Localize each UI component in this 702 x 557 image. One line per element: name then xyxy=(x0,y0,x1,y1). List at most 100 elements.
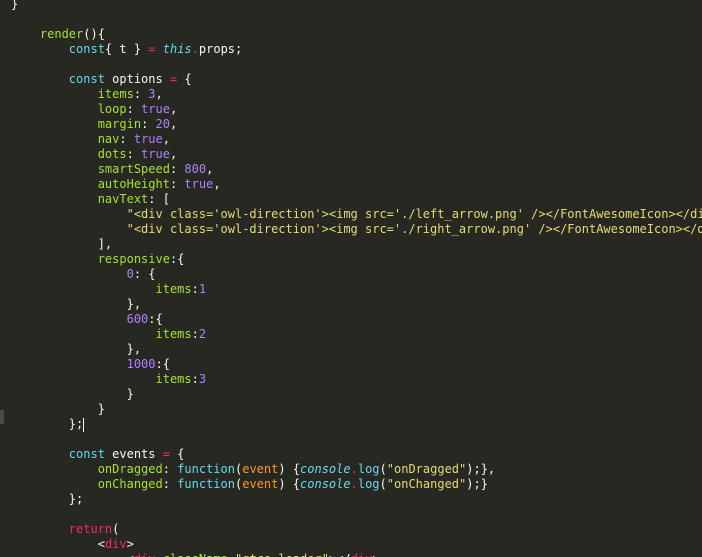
code-token: > xyxy=(372,552,379,557)
code-line[interactable]: } xyxy=(0,387,702,402)
code-token: : xyxy=(191,282,199,296)
code-line[interactable]: "<div class='owl-direction'><img src='./… xyxy=(0,207,702,222)
code-token: );} xyxy=(466,477,488,491)
code-line[interactable]: } xyxy=(0,0,702,12)
code-line[interactable]: dots: true, xyxy=(0,147,702,162)
code-line[interactable]: <div className="gtco-loader"></div> xyxy=(0,552,702,557)
code-token: : xyxy=(141,117,156,131)
code-token: items xyxy=(155,327,192,341)
code-line[interactable] xyxy=(0,507,702,522)
code-line[interactable]: margin: 20, xyxy=(0,117,702,132)
code-line[interactable]: return( xyxy=(0,522,702,537)
text-cursor xyxy=(83,417,85,432)
code-line[interactable]: 1000:{ xyxy=(0,357,702,372)
code-token: :{ xyxy=(169,252,185,266)
code-line[interactable]: items:1 xyxy=(0,282,702,297)
code-token: smartSpeed xyxy=(97,162,170,176)
code-token: navText xyxy=(97,192,149,206)
code-token: 1 xyxy=(198,282,207,296)
code-line[interactable]: }, xyxy=(0,297,702,312)
code-token: { t } xyxy=(104,42,149,56)
code-token: const xyxy=(68,447,105,461)
code-line[interactable]: }; xyxy=(0,492,702,507)
code-token: , xyxy=(155,87,163,101)
code-line[interactable]: loop: true, xyxy=(0,102,702,117)
code-token: , xyxy=(206,162,214,176)
code-token: event xyxy=(242,462,279,476)
code-line[interactable] xyxy=(0,57,702,72)
code-token: ( xyxy=(379,477,387,491)
code-line[interactable]: onDragged: function(event) {console.log(… xyxy=(0,462,702,477)
code-token: : xyxy=(191,372,199,386)
code-token: ) { xyxy=(278,477,301,491)
code-line[interactable] xyxy=(0,432,702,447)
code-token: options xyxy=(104,72,170,86)
code-line[interactable]: const options = { xyxy=(0,72,702,87)
code-token: } xyxy=(97,402,105,416)
code-token: margin xyxy=(97,117,142,131)
code-line[interactable]: 600:{ xyxy=(0,312,702,327)
code-line[interactable]: items:3 xyxy=(0,372,702,387)
code-line[interactable]: 0: { xyxy=(0,267,702,282)
code-token: (){ xyxy=(83,27,105,41)
code-token: 3 xyxy=(148,87,156,101)
code-token: dots xyxy=(97,147,127,161)
code-line[interactable] xyxy=(0,12,702,27)
code-token: ></ xyxy=(329,552,351,557)
code-line[interactable]: <div> xyxy=(0,537,702,552)
code-editor[interactable]: } render(){ const{ t } = this.props; con… xyxy=(0,0,702,557)
code-token: true xyxy=(184,177,214,191)
code-line[interactable]: nav: true, xyxy=(0,132,702,147)
code-line[interactable]: smartSpeed: 800, xyxy=(0,162,702,177)
code-token: }; xyxy=(68,492,84,506)
code-token: , xyxy=(162,132,170,146)
code-token: , xyxy=(213,177,221,191)
code-token: function xyxy=(177,477,235,491)
code-token: items xyxy=(155,282,192,296)
code-token: props; xyxy=(198,42,243,56)
code-token: }, xyxy=(126,297,142,311)
code-token: "<div class='owl-direction'><img src='./… xyxy=(126,222,702,236)
code-line[interactable]: "<div class='owl-direction'><img src='./… xyxy=(0,222,702,237)
code-line[interactable]: render(){ xyxy=(0,27,702,42)
code-token: "gtco-loader" xyxy=(235,552,329,557)
code-token: div xyxy=(104,537,127,551)
code-line[interactable]: }, xyxy=(0,342,702,357)
code-line[interactable]: } xyxy=(0,402,702,417)
code-line[interactable]: const{ t } = this.props; xyxy=(0,42,702,57)
code-token: : xyxy=(169,177,185,191)
code-token: < xyxy=(127,552,134,557)
code-line[interactable]: items: 3, xyxy=(0,87,702,102)
code-line[interactable]: items:2 xyxy=(0,327,702,342)
code-token: true xyxy=(133,132,163,146)
code-token: }, xyxy=(126,342,142,356)
code-line[interactable]: const events = { xyxy=(0,447,702,462)
code-line[interactable]: }; xyxy=(0,417,702,432)
code-line[interactable]: ], xyxy=(0,237,702,252)
code-line[interactable]: autoHeight: true, xyxy=(0,177,702,192)
code-line[interactable]: responsive:{ xyxy=(0,252,702,267)
code-token: :{ xyxy=(148,312,163,326)
code-token: 2 xyxy=(198,327,207,341)
code-line[interactable]: navText: [ xyxy=(0,192,702,207)
code-token: return xyxy=(68,522,113,536)
code-line[interactable]: onChanged: function(event) {console.log(… xyxy=(0,477,702,492)
